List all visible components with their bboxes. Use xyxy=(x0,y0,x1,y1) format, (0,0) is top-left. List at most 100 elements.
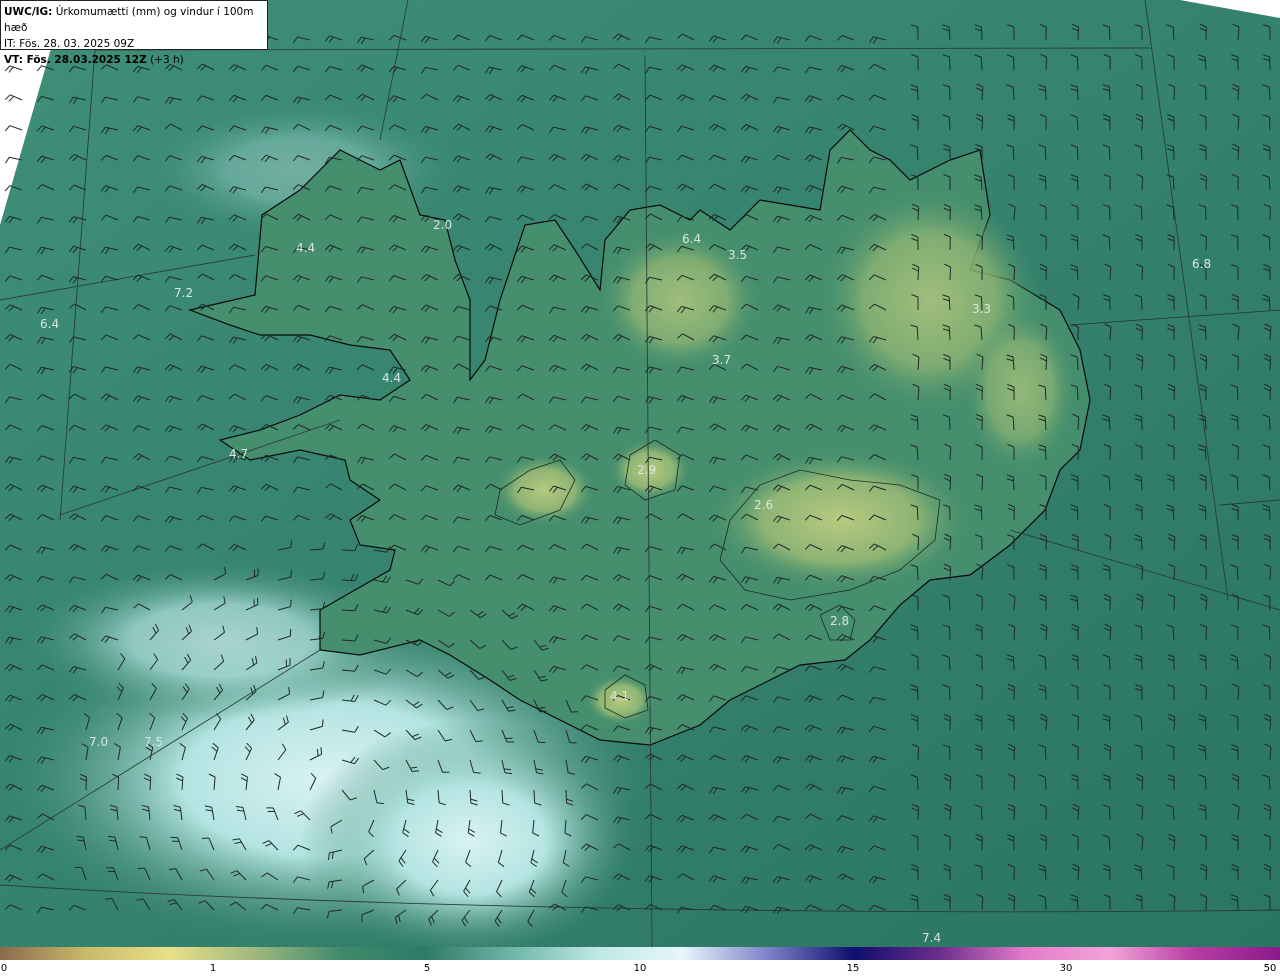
colorbar-tick: 0 xyxy=(0,963,8,974)
wind-barb-shaft xyxy=(565,789,568,804)
wind-barb-shaft xyxy=(1109,536,1112,551)
wind-barb-shaft xyxy=(1044,86,1047,101)
valid-time: VT: Fös. 28.03.2025 12Z xyxy=(4,54,147,66)
map-label: 3.7 xyxy=(712,353,731,367)
map-label: 4.4 xyxy=(382,371,401,385)
wind-barb-shaft xyxy=(949,626,951,641)
wind-barb-shaft xyxy=(1204,716,1207,731)
wind-barb-shaft xyxy=(1109,386,1112,401)
colorbar xyxy=(0,947,1280,960)
wind-barb-shaft xyxy=(980,506,983,521)
wind-barb-shaft xyxy=(117,776,120,791)
map-label: 2.0 xyxy=(433,218,452,232)
wind-barb-shaft xyxy=(1269,656,1272,671)
wind-barb-shaft xyxy=(1236,386,1239,401)
wind-barb-shaft xyxy=(981,476,984,491)
colorbar-tick: 5 xyxy=(423,963,431,974)
wind-barb-shaft xyxy=(1205,626,1208,641)
wind-barb-shaft xyxy=(1076,896,1079,911)
map-label: 6.4 xyxy=(40,317,59,331)
weather-map: 4.4 2.0 6.4 3.5 6.8 7.2 6.4 3.3 3.7 4.4 … xyxy=(0,0,1280,947)
wind-barb-shaft xyxy=(949,476,952,491)
map-label: 4.4 xyxy=(296,241,315,255)
wind-barb-shaft xyxy=(1108,236,1111,251)
map-label: 3.5 xyxy=(728,248,747,262)
wind-barb-feather xyxy=(322,719,324,727)
map-label: 7.5 xyxy=(144,735,163,749)
init-time: IT: Fös. 28. 03. 2025 09Z xyxy=(4,38,135,50)
wind-barb-feather xyxy=(475,740,483,743)
wind-barb-shaft xyxy=(1076,236,1079,251)
wind-barb-shaft xyxy=(1269,386,1272,401)
wind-barb-shaft xyxy=(1205,896,1207,911)
colorbar-tick: 1 xyxy=(209,963,217,974)
wind-barb-shaft xyxy=(1108,806,1111,821)
wind-barb-shaft xyxy=(1173,566,1176,581)
wind-barb-shaft xyxy=(1076,146,1079,161)
wind-barb-shaft xyxy=(1045,176,1047,191)
wind-barb-feather xyxy=(537,707,546,709)
wind-barb-shaft xyxy=(948,116,951,131)
wind-barb-shaft xyxy=(1269,806,1272,821)
wind-barb-shaft xyxy=(949,566,952,581)
wind-barb-shaft xyxy=(1205,326,1207,341)
wind-barb-shaft xyxy=(1108,656,1111,671)
wind-barb-shaft xyxy=(1012,236,1015,251)
wind-barb-shaft xyxy=(1077,416,1080,431)
wind-barb-shaft xyxy=(1077,176,1079,191)
wind-barb-shaft xyxy=(1108,716,1111,731)
wind-barb-shaft xyxy=(1076,506,1079,521)
wind-barb-shaft xyxy=(1141,806,1144,821)
wind-barb-shaft xyxy=(1012,296,1015,311)
wind-barb-feather xyxy=(569,742,577,744)
wind-barb-shaft xyxy=(948,326,951,341)
wind-barb-shaft xyxy=(1044,446,1047,461)
wind-barb-feather xyxy=(473,772,481,774)
map-label: 4.7 xyxy=(229,447,248,461)
wind-barb-shaft xyxy=(1076,356,1079,371)
wind-barb-shaft xyxy=(917,536,920,551)
wind-barb-shaft xyxy=(85,776,87,791)
map-label: 7.0 xyxy=(89,735,108,749)
wind-barb-shaft xyxy=(916,416,919,431)
map-label: 2.6 xyxy=(754,498,773,512)
wind-barb-feather xyxy=(290,599,292,607)
wind-barb-shaft xyxy=(917,206,920,221)
wind-barb-shaft xyxy=(1172,206,1175,221)
wind-barb-shaft xyxy=(533,789,536,804)
wind-barb-shaft xyxy=(948,686,951,701)
wind-barb-shaft xyxy=(341,579,356,582)
wind-barb-shaft xyxy=(1237,776,1240,791)
wind-barb-shaft xyxy=(981,896,984,911)
wind-barb-shaft xyxy=(1076,56,1079,71)
wind-barb-shaft xyxy=(1141,176,1144,191)
wind-barb-shaft xyxy=(916,626,919,641)
wind-barb-shaft xyxy=(1173,596,1176,611)
wind-barb-shaft xyxy=(1205,356,1207,371)
lead-time: (+3 h) xyxy=(150,54,184,66)
map-label: 6.4 xyxy=(682,232,701,246)
wind-barb-shaft xyxy=(1269,446,1271,461)
wind-barb-shaft xyxy=(1077,26,1079,41)
wind-barb-shaft xyxy=(1012,476,1015,491)
wind-barb-shaft xyxy=(1269,116,1271,131)
wind-barb-shaft xyxy=(1013,626,1016,641)
wind-barb-feather xyxy=(320,747,323,755)
wind-barb-shaft xyxy=(981,26,983,41)
valid-time-line: VT: Fös. 28.03.2025 12Z (+3 h) xyxy=(4,52,264,68)
wind-barb-shaft xyxy=(1141,566,1144,581)
wind-barb-shaft xyxy=(916,566,919,581)
title-line: UWC/IG: Úrkomumætti (mm) og vindur í 100… xyxy=(4,4,264,36)
wind-barb-shaft xyxy=(1204,776,1207,791)
wind-barb-shaft xyxy=(1268,626,1271,641)
wind-barb-shaft xyxy=(1205,236,1207,251)
wind-barb-shaft xyxy=(1269,356,1271,371)
colorbar-tick: 30 xyxy=(1059,963,1073,974)
wind-barb-shaft xyxy=(916,686,919,701)
wind-barb-shaft xyxy=(1141,266,1144,281)
colorbar-ticks: 0 1 5 10 15 30 50 xyxy=(0,963,1280,978)
map-label: 4.1 xyxy=(610,689,629,703)
wind-barb-shaft xyxy=(1269,566,1272,581)
wind-barb-shaft xyxy=(1141,296,1143,311)
wind-barb-shaft xyxy=(1076,386,1079,401)
